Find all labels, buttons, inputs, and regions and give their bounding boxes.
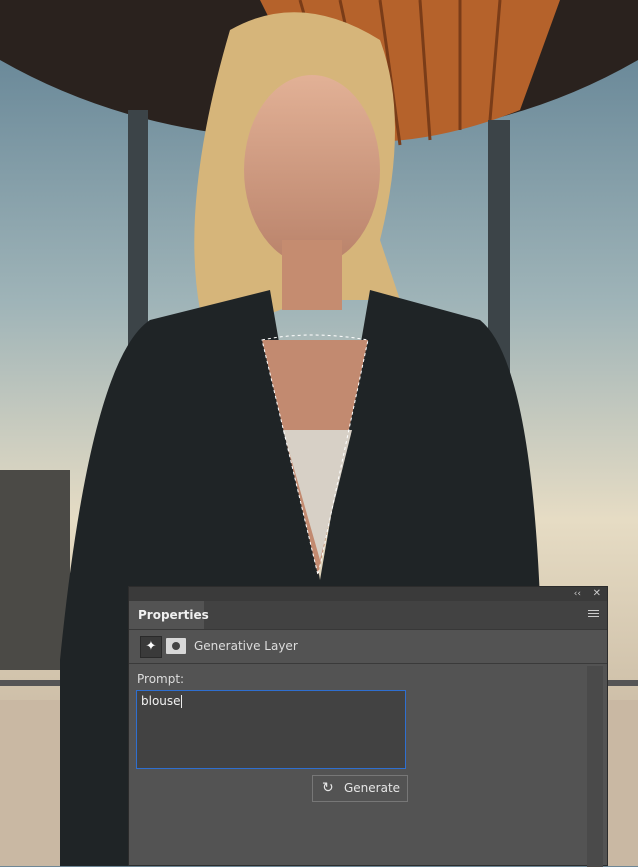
prompt-input[interactable]: blouse: [136, 690, 406, 769]
generate-sparkle-icon: ↻: [322, 780, 334, 796]
layer-info-row: ✦ Generative Layer: [129, 630, 607, 664]
panel-title-bar[interactable]: ‹‹ ✕: [129, 587, 607, 601]
prompt-value: blouse: [141, 694, 181, 708]
layer-mask-icon[interactable]: [166, 638, 186, 654]
generate-button[interactable]: ↻ Generate: [312, 775, 408, 802]
double-chevron-left-icon[interactable]: ‹‹: [574, 587, 581, 601]
scrollbar[interactable]: [587, 666, 603, 867]
layer-type-label: Generative Layer: [194, 639, 298, 653]
properties-panel: ‹‹ ✕ Properties ✦ Generative Layer Promp…: [128, 586, 608, 867]
close-icon[interactable]: ✕: [593, 587, 601, 601]
tab-bar: Properties: [129, 601, 607, 630]
tab-properties[interactable]: Properties: [129, 601, 209, 629]
prompt-label: Prompt:: [137, 672, 185, 686]
generative-layer-icon: ✦: [140, 636, 162, 658]
panel-menu-icon[interactable]: [588, 610, 599, 619]
text-caret: [180, 695, 182, 708]
generate-label: Generate: [344, 781, 401, 795]
panel-content: Prompt: blouse ↻ Generate: [129, 664, 607, 867]
